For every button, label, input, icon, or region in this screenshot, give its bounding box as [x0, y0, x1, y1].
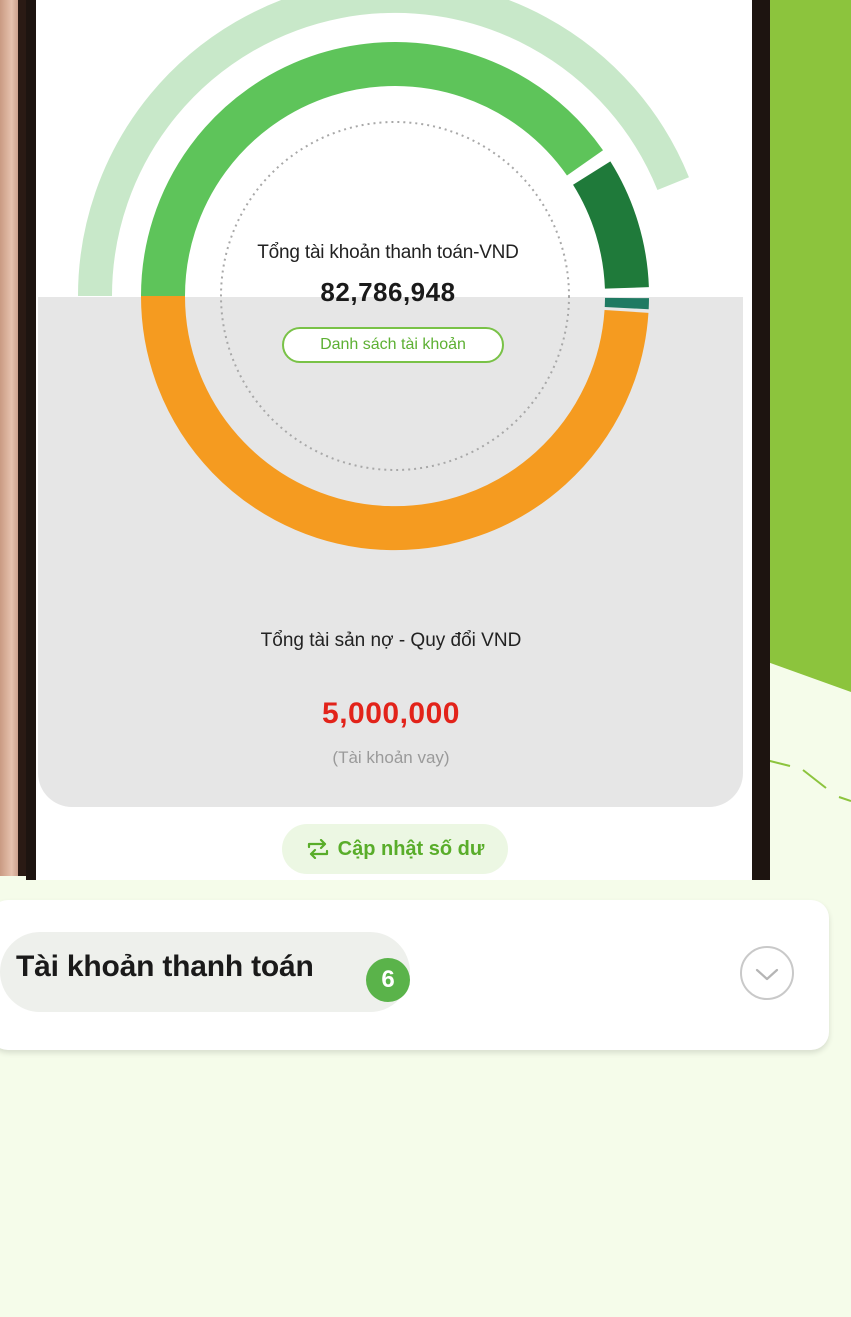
device-edge	[0, 0, 26, 876]
savings-arc	[572, 161, 649, 290]
section-title-pill: Tài khoản thanh toán	[0, 932, 410, 1012]
phone-screen: Tổng tài khoản thanh toán-VND 82,786,948…	[26, 0, 770, 880]
refresh-balance-label: Cập nhật số dư	[337, 837, 485, 860]
refresh-arrows-icon	[306, 839, 330, 859]
total-payment-value: 82,786,948	[320, 277, 456, 307]
expand-section-button[interactable]	[738, 944, 796, 1002]
section-title: Tài khoản thanh toán	[16, 950, 314, 983]
refresh-balance-button[interactable]: Cập nhật số dư	[282, 824, 508, 874]
chevron-down-icon	[740, 946, 794, 1000]
total-debt-value: 5,000,000	[322, 697, 460, 730]
account-list-button[interactable]: Danh sách tài khoản	[282, 327, 504, 363]
debt-note: (Tài khoản vay)	[332, 748, 450, 767]
payment-accounts-section[interactable]: Tài khoản thanh toán	[0, 900, 829, 1050]
account-count-badge: 6	[366, 958, 410, 1002]
total-debt-label: Tổng tài sản nợ - Quy đổi VND	[260, 630, 522, 651]
total-payment-label: Tổng tài khoản thanh toán-VND	[257, 242, 519, 263]
